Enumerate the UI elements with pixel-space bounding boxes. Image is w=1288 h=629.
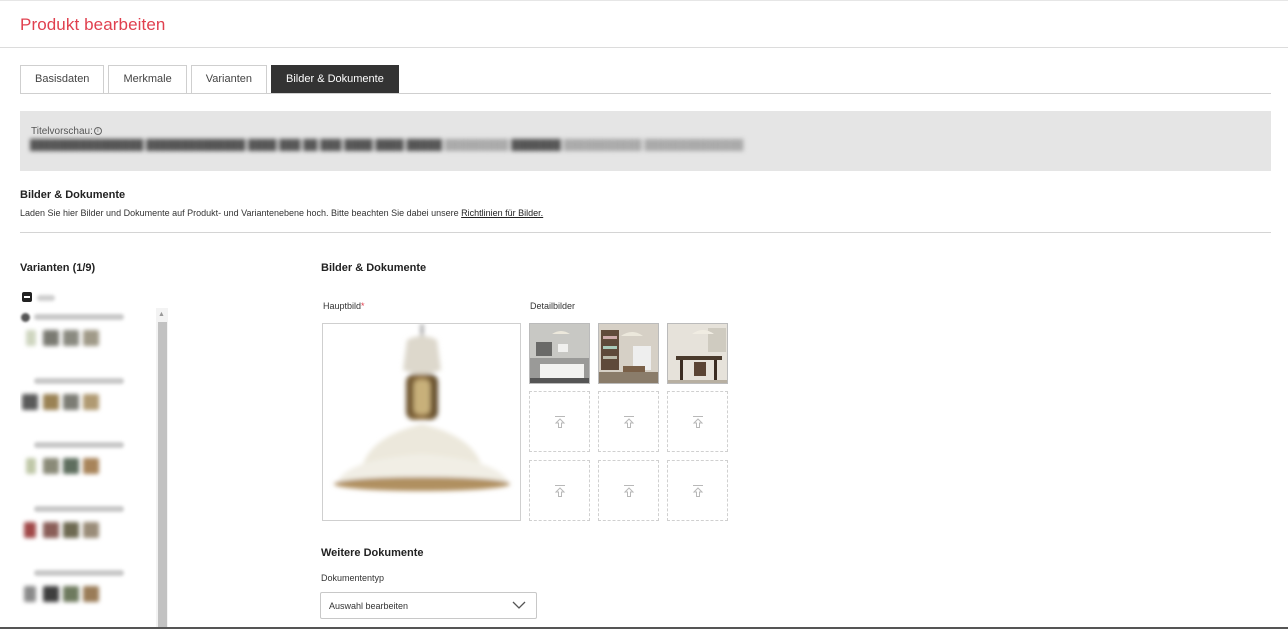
- variant-thumbnail: [43, 522, 59, 538]
- further-documents-title: Weitere Dokumente: [321, 547, 424, 559]
- variant-thumbnail: [83, 458, 99, 474]
- variant-thumbnail: [63, 458, 79, 474]
- section-description: Laden Sie hier Bilder und Dokumente auf …: [20, 208, 543, 218]
- variant-thumbnail: [63, 394, 79, 410]
- variant-row[interactable]: [20, 310, 155, 366]
- page-header: Produkt bearbeiten: [0, 0, 1288, 48]
- variant-thumbnail: [63, 586, 79, 602]
- variant-row[interactable]: [20, 374, 155, 430]
- main-image-label-text: Hauptbild: [323, 301, 362, 311]
- collapse-all-toggle[interactable]: [22, 292, 32, 302]
- variant-thumbnail: [63, 330, 79, 346]
- variant-thumbnail: [83, 522, 99, 538]
- redacted-variant-id: [34, 314, 124, 320]
- variant-row[interactable]: [20, 438, 155, 494]
- detail-upload-slot[interactable]: [529, 460, 590, 521]
- image-guidelines-link[interactable]: Richtlinien für Bilder.: [461, 208, 543, 218]
- media-section-title: Bilder & Dokumente: [321, 262, 427, 274]
- title-preview-label-text: Titelvorschau:: [31, 126, 93, 137]
- detail-upload-slot[interactable]: [667, 391, 728, 452]
- detail-image-slot[interactable]: [667, 323, 728, 384]
- title-preview-redacted: ████████████████ ██████████████ ████ ███…: [30, 140, 744, 151]
- upload-icon: [599, 392, 658, 451]
- document-type-select[interactable]: Auswahl bearbeiten: [320, 592, 537, 619]
- detail-image-slot[interactable]: [598, 323, 659, 384]
- title-preview-box: Titelvorschau: i ████████████████ ███████…: [20, 111, 1271, 171]
- variant-thumbnail: [83, 394, 99, 410]
- upload-icon: [530, 461, 589, 520]
- variant-thumbnail: [83, 586, 99, 602]
- upload-icon: [668, 461, 727, 520]
- variant-select-radio[interactable]: [21, 313, 30, 322]
- scrollbar-thumb[interactable]: [158, 322, 167, 629]
- shelf-photo-image: [599, 324, 658, 383]
- variant-thumbnail: [26, 330, 36, 346]
- detail-upload-slot[interactable]: [667, 460, 728, 521]
- variants-title: Varianten (1/9): [20, 262, 96, 274]
- section-description-text: Laden Sie hier Bilder und Dokumente auf …: [20, 208, 462, 218]
- section-divider: [20, 232, 1271, 233]
- variant-thumbnail: [24, 522, 36, 538]
- desk-photo-image: [668, 324, 727, 383]
- tab-bar: Basisdaten Merkmale Varianten Bilder & D…: [20, 65, 399, 93]
- variant-thumbnail: [24, 586, 36, 602]
- title-preview-label: Titelvorschau: i: [31, 126, 102, 137]
- redacted-variant-id: [34, 570, 124, 576]
- variant-thumbnail: [26, 458, 36, 474]
- upload-icon: [668, 392, 727, 451]
- redacted-label: [37, 295, 55, 301]
- variant-thumbnail: [43, 330, 59, 346]
- detail-images-label: Detailbilder: [530, 301, 576, 311]
- main-image-label: Hauptbild*: [323, 301, 365, 311]
- redacted-variant-id: [34, 378, 124, 384]
- variant-thumbnail: [43, 394, 59, 410]
- pendant-lamp-image: [334, 324, 510, 491]
- variant-row[interactable]: [20, 566, 155, 622]
- detail-image-slot[interactable]: [529, 323, 590, 384]
- info-icon[interactable]: i: [93, 127, 102, 135]
- tab-bilder-dokumente[interactable]: Bilder & Dokumente: [271, 65, 399, 93]
- document-type-label: Dokumententyp: [321, 573, 385, 583]
- variant-thumbnail: [43, 586, 59, 602]
- chevron-down-icon: [512, 600, 526, 613]
- room-photo-image: [530, 324, 589, 383]
- tab-varianten[interactable]: Varianten: [190, 65, 268, 93]
- scroll-up-icon[interactable]: ▲: [158, 311, 165, 318]
- variant-thumbnail: [63, 522, 79, 538]
- variant-row[interactable]: [20, 502, 155, 558]
- variant-list[interactable]: [20, 308, 168, 629]
- section-title: Bilder & Dokumente: [20, 189, 126, 201]
- tab-merkmale[interactable]: Merkmale: [108, 65, 187, 93]
- detail-upload-slot[interactable]: [529, 391, 590, 452]
- detail-upload-slot[interactable]: [598, 460, 659, 521]
- tab-divider: [20, 93, 1271, 94]
- page-title: Produkt bearbeiten: [20, 15, 166, 34]
- required-mark: *: [361, 301, 365, 311]
- redacted-variant-id: [34, 506, 124, 512]
- upload-icon: [530, 392, 589, 451]
- tab-basisdaten[interactable]: Basisdaten: [20, 65, 105, 93]
- variant-thumbnail: [43, 458, 59, 474]
- variant-thumbnail: [83, 330, 99, 346]
- redacted-variant-id: [34, 442, 124, 448]
- document-type-select-value: Auswahl bearbeiten: [329, 601, 409, 611]
- main-image-slot[interactable]: [322, 323, 521, 521]
- variant-thumbnail: [22, 394, 38, 410]
- upload-icon: [599, 461, 658, 520]
- detail-upload-slot[interactable]: [598, 391, 659, 452]
